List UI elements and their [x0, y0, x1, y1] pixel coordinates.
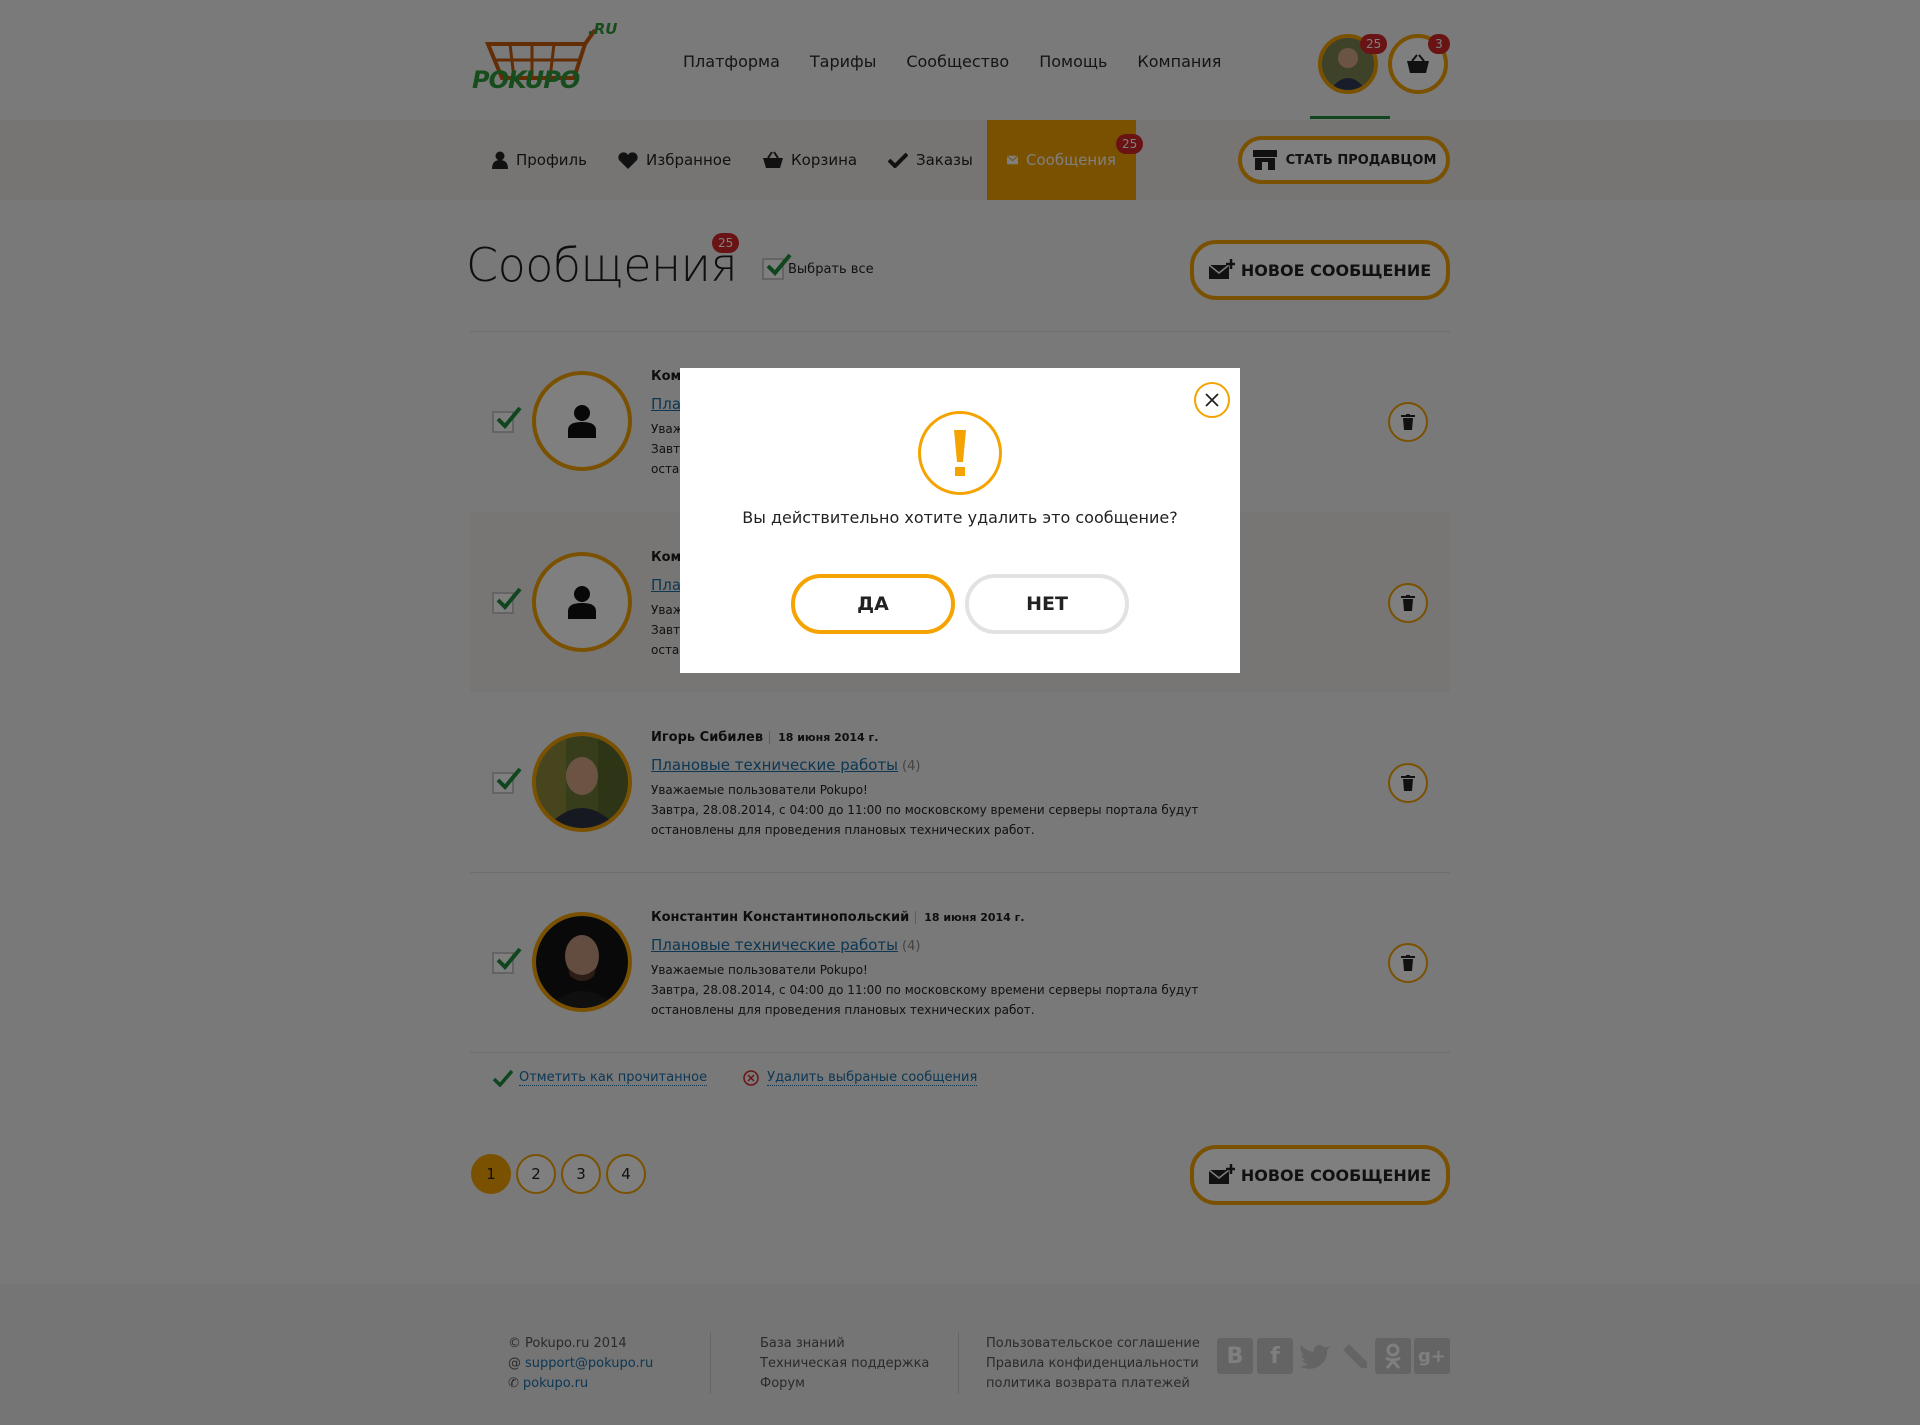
- close-dialog-button[interactable]: [1194, 382, 1230, 418]
- warning-icon: [918, 411, 1002, 495]
- modal-overlay[interactable]: [0, 0, 1920, 1425]
- dialog-question: Вы действительно хотите удалить это сооб…: [742, 508, 1178, 527]
- confirm-no-button[interactable]: НЕТ: [965, 574, 1129, 634]
- delete-confirm-dialog: Вы действительно хотите удалить это сооб…: [680, 368, 1240, 673]
- confirm-yes-button[interactable]: ДА: [791, 574, 955, 634]
- close-icon: [1205, 393, 1219, 407]
